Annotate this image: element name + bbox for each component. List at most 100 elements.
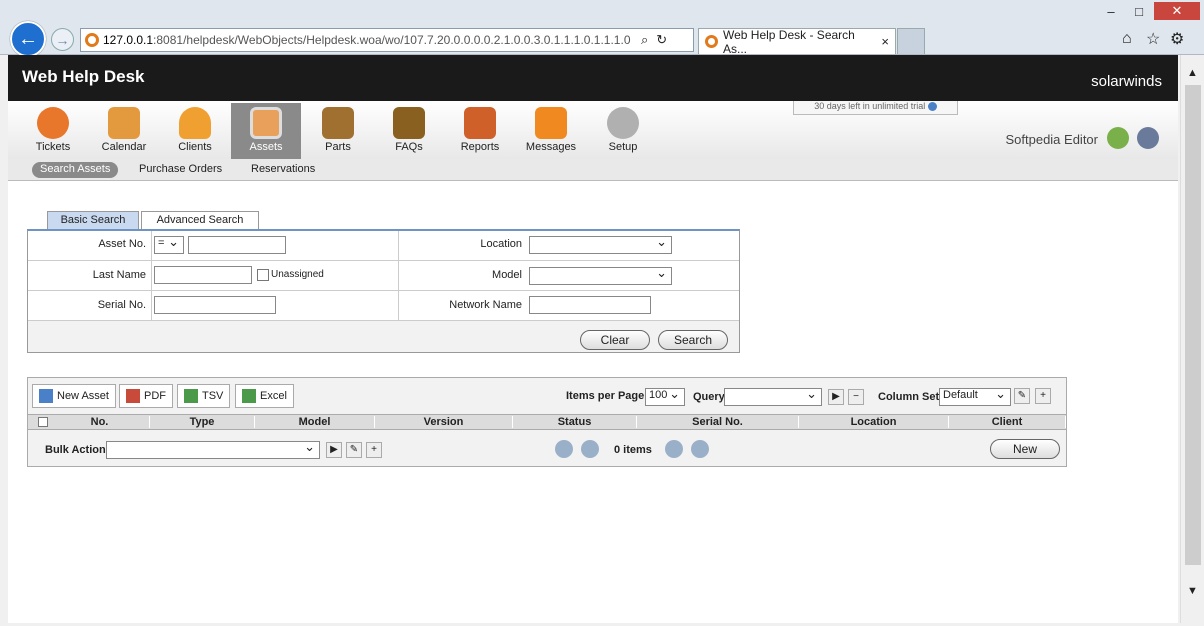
col-type[interactable]: Type: [150, 416, 255, 428]
first-page-icon[interactable]: [555, 440, 573, 458]
column-set-select[interactable]: Default: [939, 386, 1011, 406]
col-status[interactable]: Status: [513, 416, 637, 428]
plus-icon[interactable]: +: [1035, 388, 1051, 404]
search-panel: Asset No. = Location Last Name Unassigne…: [27, 229, 740, 353]
connect-icon[interactable]: [1107, 127, 1129, 149]
column-set-label: Column Set: [878, 391, 940, 403]
cog-icon: [607, 107, 639, 139]
module-assets[interactable]: Assets: [231, 103, 301, 159]
vertical-scrollbar[interactable]: ▲ ▼: [1180, 55, 1204, 623]
url-path: :8081/helpdesk/WebObjects/Helpdesk.woa/w…: [153, 33, 631, 47]
excel-icon: [242, 389, 256, 403]
sub-navigation: Search Assets Purchase Orders Reservatio…: [8, 159, 1178, 181]
unassigned-label: Unassigned: [271, 269, 324, 280]
location-select[interactable]: [529, 234, 672, 254]
new-tab-button[interactable]: [897, 28, 925, 54]
excel-button[interactable]: Excel: [235, 384, 294, 408]
asset-no-label: Asset No.: [98, 238, 146, 250]
module-label: Setup: [608, 141, 638, 153]
module-tickets[interactable]: Tickets: [18, 103, 88, 159]
refresh-icon[interactable]: ↻: [656, 32, 667, 48]
tab-advanced-search[interactable]: Advanced Search: [141, 211, 259, 229]
close-window-button[interactable]: ✕: [1154, 2, 1200, 20]
tsv-button[interactable]: TSV: [177, 384, 231, 408]
scroll-thumb[interactable]: [1185, 85, 1201, 565]
col-no[interactable]: No.: [50, 416, 150, 428]
pencil-icon[interactable]: ✎: [346, 442, 362, 458]
clear-button[interactable]: Clear: [580, 330, 650, 350]
tab-site-icon: [705, 35, 718, 48]
user-icon[interactable]: [1137, 127, 1159, 149]
minus-icon[interactable]: −: [848, 389, 864, 405]
minimize-button[interactable]: –: [1100, 2, 1122, 20]
search-button[interactable]: Search: [658, 330, 728, 350]
last-page-icon[interactable]: [691, 440, 709, 458]
module-reports[interactable]: Reports: [445, 103, 515, 159]
module-label: FAQs: [395, 141, 423, 153]
col-client[interactable]: Client: [949, 416, 1066, 428]
user-name: Softpedia Editor: [1005, 132, 1098, 147]
tab-close-icon[interactable]: ×: [881, 34, 889, 49]
pencil-icon[interactable]: ✎: [1014, 388, 1030, 404]
scroll-down-icon[interactable]: ▼: [1187, 585, 1198, 597]
plus-icon[interactable]: +: [366, 442, 382, 458]
tab-basic-search[interactable]: Basic Search: [47, 211, 139, 229]
module-calendar[interactable]: Calendar: [89, 103, 159, 159]
person-icon: [179, 107, 211, 139]
subnav-purchase-orders[interactable]: Purchase Orders: [131, 162, 230, 178]
tab-title: Web Help Desk - Search As...: [723, 27, 855, 56]
col-serial-no[interactable]: Serial No.: [637, 416, 799, 428]
browser-chrome: – □ ✕ ← → 127.0.0.1:8081/helpdesk/WebObj…: [0, 0, 1204, 57]
trial-text: 30 days left in unlimited trial: [814, 101, 926, 111]
module-setup[interactable]: Setup: [588, 103, 658, 159]
location-label: Location: [480, 238, 522, 250]
query-select[interactable]: [724, 386, 822, 406]
scroll-up-icon[interactable]: ▲: [1187, 67, 1198, 79]
last-name-input[interactable]: [154, 266, 252, 284]
asset-no-input[interactable]: [188, 236, 286, 254]
search-row: Asset No. = Location: [28, 231, 739, 261]
model-select[interactable]: [529, 265, 672, 285]
forward-button[interactable]: →: [51, 28, 74, 51]
module-parts[interactable]: Parts: [303, 103, 373, 159]
new-button[interactable]: New: [990, 439, 1060, 459]
asset-no-operator[interactable]: =: [154, 234, 184, 254]
trial-notice[interactable]: 30 days left in unlimited trial: [793, 101, 958, 115]
module-messages[interactable]: Messages: [516, 103, 586, 159]
play-icon[interactable]: ▶: [828, 389, 844, 405]
module-label: Assets: [249, 141, 283, 153]
subnav-reservations[interactable]: Reservations: [243, 162, 323, 178]
app-header: Web Help Desk solarwinds: [8, 55, 1178, 101]
col-location[interactable]: Location: [799, 416, 949, 428]
previous-page-icon[interactable]: [581, 440, 599, 458]
star-icon[interactable]: ☆: [1146, 29, 1160, 49]
module-label: Tickets: [35, 141, 71, 153]
browser-tab[interactable]: Web Help Desk - Search As... ×: [698, 27, 896, 56]
address-bar[interactable]: 127.0.0.1:8081/helpdesk/WebObjects/Helpd…: [80, 28, 694, 52]
col-version[interactable]: Version: [375, 416, 513, 428]
parts-icon: [322, 107, 354, 139]
maximize-button[interactable]: □: [1128, 2, 1150, 20]
module-clients[interactable]: Clients: [160, 103, 230, 159]
play-icon[interactable]: ▶: [326, 442, 342, 458]
gear-icon[interactable]: ⚙: [1170, 29, 1184, 49]
select-all-checkbox[interactable]: [38, 417, 48, 427]
search-icon[interactable]: ⌕: [641, 32, 648, 48]
pdf-label: PDF: [144, 390, 166, 402]
home-icon[interactable]: ⌂: [1122, 30, 1132, 48]
pdf-button[interactable]: PDF: [119, 384, 173, 408]
network-name-input[interactable]: [529, 296, 651, 314]
subnav-search-assets[interactable]: Search Assets: [32, 162, 119, 178]
new-asset-button[interactable]: New Asset: [32, 384, 116, 408]
col-model[interactable]: Model: [255, 416, 375, 428]
items-per-page-select[interactable]: 100: [645, 386, 685, 406]
serial-no-input[interactable]: [154, 296, 276, 314]
module-faqs[interactable]: FAQs: [374, 103, 444, 159]
unassigned-checkbox[interactable]: [257, 269, 269, 281]
solarwinds-logo: solarwinds: [1091, 73, 1162, 90]
module-label: Messages: [525, 141, 577, 153]
back-button[interactable]: ←: [10, 21, 46, 57]
network-name-label: Network Name: [449, 299, 522, 311]
next-page-icon[interactable]: [665, 440, 683, 458]
bulk-action-select[interactable]: [106, 439, 320, 459]
